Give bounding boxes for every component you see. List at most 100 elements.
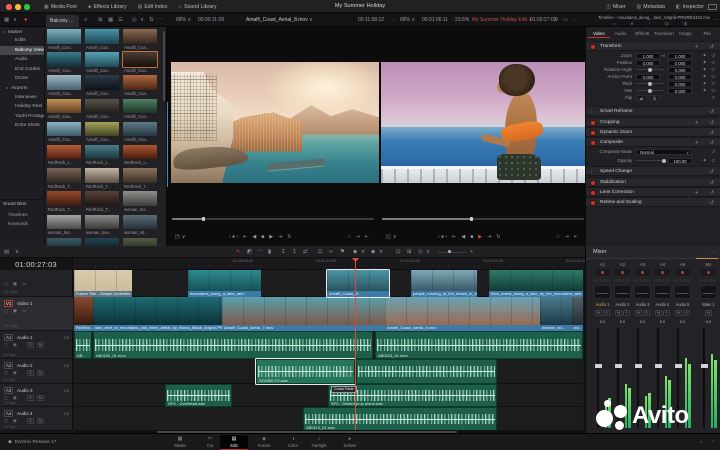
tab-menu-icon[interactable]: ≡ xyxy=(84,13,87,27)
media-clip[interactable]: Amalfi_Coa.. xyxy=(46,74,84,97)
inspector-section-header[interactable]: › Lens Correction + ↺ xyxy=(586,187,720,197)
value-input[interactable]: 0.000 xyxy=(668,67,692,73)
bin-item[interactable]: ∨Master xyxy=(0,27,44,36)
gang-viewers-icon[interactable]: ⟲ xyxy=(554,17,558,23)
timeline-audio-clip[interactable]: AB0102_01.mov xyxy=(93,331,373,359)
menubar-button[interactable]: ▥Metadata xyxy=(637,4,665,10)
timeline-audio-clip[interactable] xyxy=(356,359,497,384)
timeline-video-clip[interactable]: Fusion Title - Simple Underline xyxy=(74,270,132,297)
program-zoom-select[interactable]: 68% ∨ xyxy=(400,13,415,27)
media-clip[interactable]: woman_hol.. xyxy=(122,190,160,213)
video-track-header[interactable]: ◻ ▣ ▭ 11 Clips xyxy=(0,270,73,297)
viewer-mode-icon[interactable]: ◳ xyxy=(175,234,180,240)
timeline-video-clip[interactable]: Amalfi_Coast_Aerial_8.mov xyxy=(385,297,540,331)
flip-horizontal-button[interactable]: ⇄ xyxy=(636,95,647,101)
eq-curve-display[interactable] xyxy=(700,285,717,299)
fader-handle[interactable] xyxy=(635,364,642,368)
media-clip[interactable] xyxy=(122,237,160,246)
eq-curve-display[interactable] xyxy=(594,285,611,299)
media-clip[interactable]: woman_sit.. xyxy=(122,214,160,237)
timeline-audio-clip[interactable]: AB.. xyxy=(74,331,92,359)
keyframe-icon[interactable]: ◆ xyxy=(703,52,706,59)
mute-button[interactable]: M xyxy=(37,395,44,401)
bin-item[interactable]: Balcony View xyxy=(0,46,44,55)
inspector-tab[interactable]: Video xyxy=(588,29,610,38)
media-clip[interactable]: RedRock_L.. xyxy=(84,144,122,167)
mute-button[interactable]: M xyxy=(655,310,662,316)
timeline-video-clip[interactable]: Amalfi_Coast_Tr.. xyxy=(327,270,389,297)
section-enable-toggle[interactable] xyxy=(591,201,595,205)
marker-icon[interactable]: ◆ xyxy=(353,246,357,258)
play-icon[interactable]: ▶ xyxy=(478,234,482,240)
solo-button[interactable]: S xyxy=(623,310,630,316)
media-clip[interactable]: woman_hol.. xyxy=(46,214,84,237)
inspector-tab[interactable]: File xyxy=(696,29,718,38)
media-clip[interactable]: Amalfi_Coa.. xyxy=(84,28,122,51)
file-icon[interactable]: ◨ xyxy=(683,20,687,27)
solo-button[interactable]: S xyxy=(603,310,610,316)
fader-handle[interactable] xyxy=(595,364,602,368)
section-enable-toggle[interactable] xyxy=(591,141,595,145)
eq-mini-icon[interactable] xyxy=(701,269,716,276)
chevron-down-icon[interactable]: ∨ xyxy=(379,246,383,258)
inspector-section-header[interactable]: › Stabilization + ↺ xyxy=(586,177,720,187)
y-value-input[interactable]: 0.000 xyxy=(668,60,692,66)
timeline-video-clip[interactable]: thick_forest_along_a_lake_by_the_mountai… xyxy=(489,270,583,297)
linked-selection-icon[interactable]: ∞ xyxy=(329,246,333,258)
timeline-video-clip[interactable]: people_running_at_the_beach_in_brig.. xyxy=(411,270,477,297)
audio-track-header[interactable]: A3 Audio 3 2.0 ◻ ◉ S M 3 Clips xyxy=(0,384,73,407)
reset-icon[interactable]: ↺ xyxy=(711,87,715,94)
solo-button[interactable]: S xyxy=(27,370,34,376)
overwrite-clip-icon[interactable]: ↥ xyxy=(292,246,297,258)
media-clip[interactable]: RedRock_T.. xyxy=(84,167,122,190)
image-icon[interactable]: ▤ xyxy=(664,20,668,27)
media-clip[interactable]: RedRock_T.. xyxy=(122,167,160,190)
x-value-input[interactable]: 0.000 xyxy=(636,60,660,66)
audio-track-header[interactable]: A2 Audio 2 2.0 ◻ ◉ S M 6 Clips xyxy=(0,359,73,384)
timeline-video-clip[interactable]: RedRoc.. xyxy=(74,297,93,331)
transition-icon[interactable]: ◔ xyxy=(648,20,651,27)
page-tab[interactable]: ▸ Deliver xyxy=(336,435,364,450)
reset-icon[interactable]: ↺ xyxy=(711,148,715,155)
x-value-input[interactable]: 0.000 xyxy=(636,74,660,80)
inspector-section-header[interactable]: › Retime and Scaling + ↺ xyxy=(586,197,720,207)
source-video[interactable] xyxy=(171,62,379,183)
search-icon[interactable]: ◎ xyxy=(132,13,137,27)
timeline-audio-clip[interactable]: SFX - Overhead.wav xyxy=(165,384,232,407)
match-frame-icon[interactable]: ○ xyxy=(348,234,351,240)
replace-clip-icon[interactable]: ⇄ xyxy=(303,246,308,258)
slider-track[interactable] xyxy=(636,90,664,91)
reset-icon[interactable]: ↺ xyxy=(711,66,715,73)
smart-bin-item[interactable]: Keywords xyxy=(0,219,44,228)
media-clip[interactable]: Amalfi_Coa.. xyxy=(46,51,84,74)
in-point-icon[interactable]: ⇥ xyxy=(356,234,360,240)
bin-item[interactable]: Extra Shots xyxy=(0,121,44,130)
media-clip[interactable]: woman_bea.. xyxy=(84,214,122,237)
source-scrub-bar[interactable] xyxy=(172,218,374,220)
program-scrub-bar[interactable] xyxy=(382,218,584,220)
playhead[interactable] xyxy=(355,258,356,430)
chevron-down-icon[interactable]: ∨ xyxy=(393,234,397,240)
media-clip[interactable]: Amalfi_Coa.. xyxy=(84,51,122,74)
stop-icon[interactable]: ■ xyxy=(261,234,264,240)
zoom-fit-icon[interactable]: ⊡ xyxy=(396,246,401,258)
go-to-first-frame-icon[interactable]: ⇤ xyxy=(243,234,247,240)
timeline-view-options-icon[interactable]: ▤ xyxy=(4,246,9,258)
eq-curve-display[interactable] xyxy=(614,285,631,299)
solo-button[interactable]: S xyxy=(27,342,34,348)
keyframe-icon[interactable]: ◆ xyxy=(703,59,706,66)
bin-item[interactable]: Interviews xyxy=(0,93,44,102)
solo-button[interactable]: S xyxy=(683,310,690,316)
inspector-section-header[interactable]: › Composite + ↺ xyxy=(586,137,720,147)
solo-button[interactable]: S xyxy=(27,418,34,424)
layout-toggle-icon[interactable] xyxy=(708,4,717,10)
eq-mini-icon[interactable] xyxy=(595,269,610,276)
jog-control[interactable]: ‹ ● › xyxy=(229,234,238,240)
media-clip[interactable]: Amalfi_Coa.. xyxy=(46,121,84,144)
slider-track[interactable] xyxy=(636,83,664,84)
inspector-tab[interactable]: Transition xyxy=(653,29,675,38)
keyframe-add-icon[interactable]: + xyxy=(695,42,698,52)
mute-button[interactable]: M xyxy=(595,310,602,316)
out-point-icon[interactable]: ⇤ xyxy=(365,234,369,240)
selection-mode-icon[interactable]: ↖ xyxy=(236,246,241,258)
